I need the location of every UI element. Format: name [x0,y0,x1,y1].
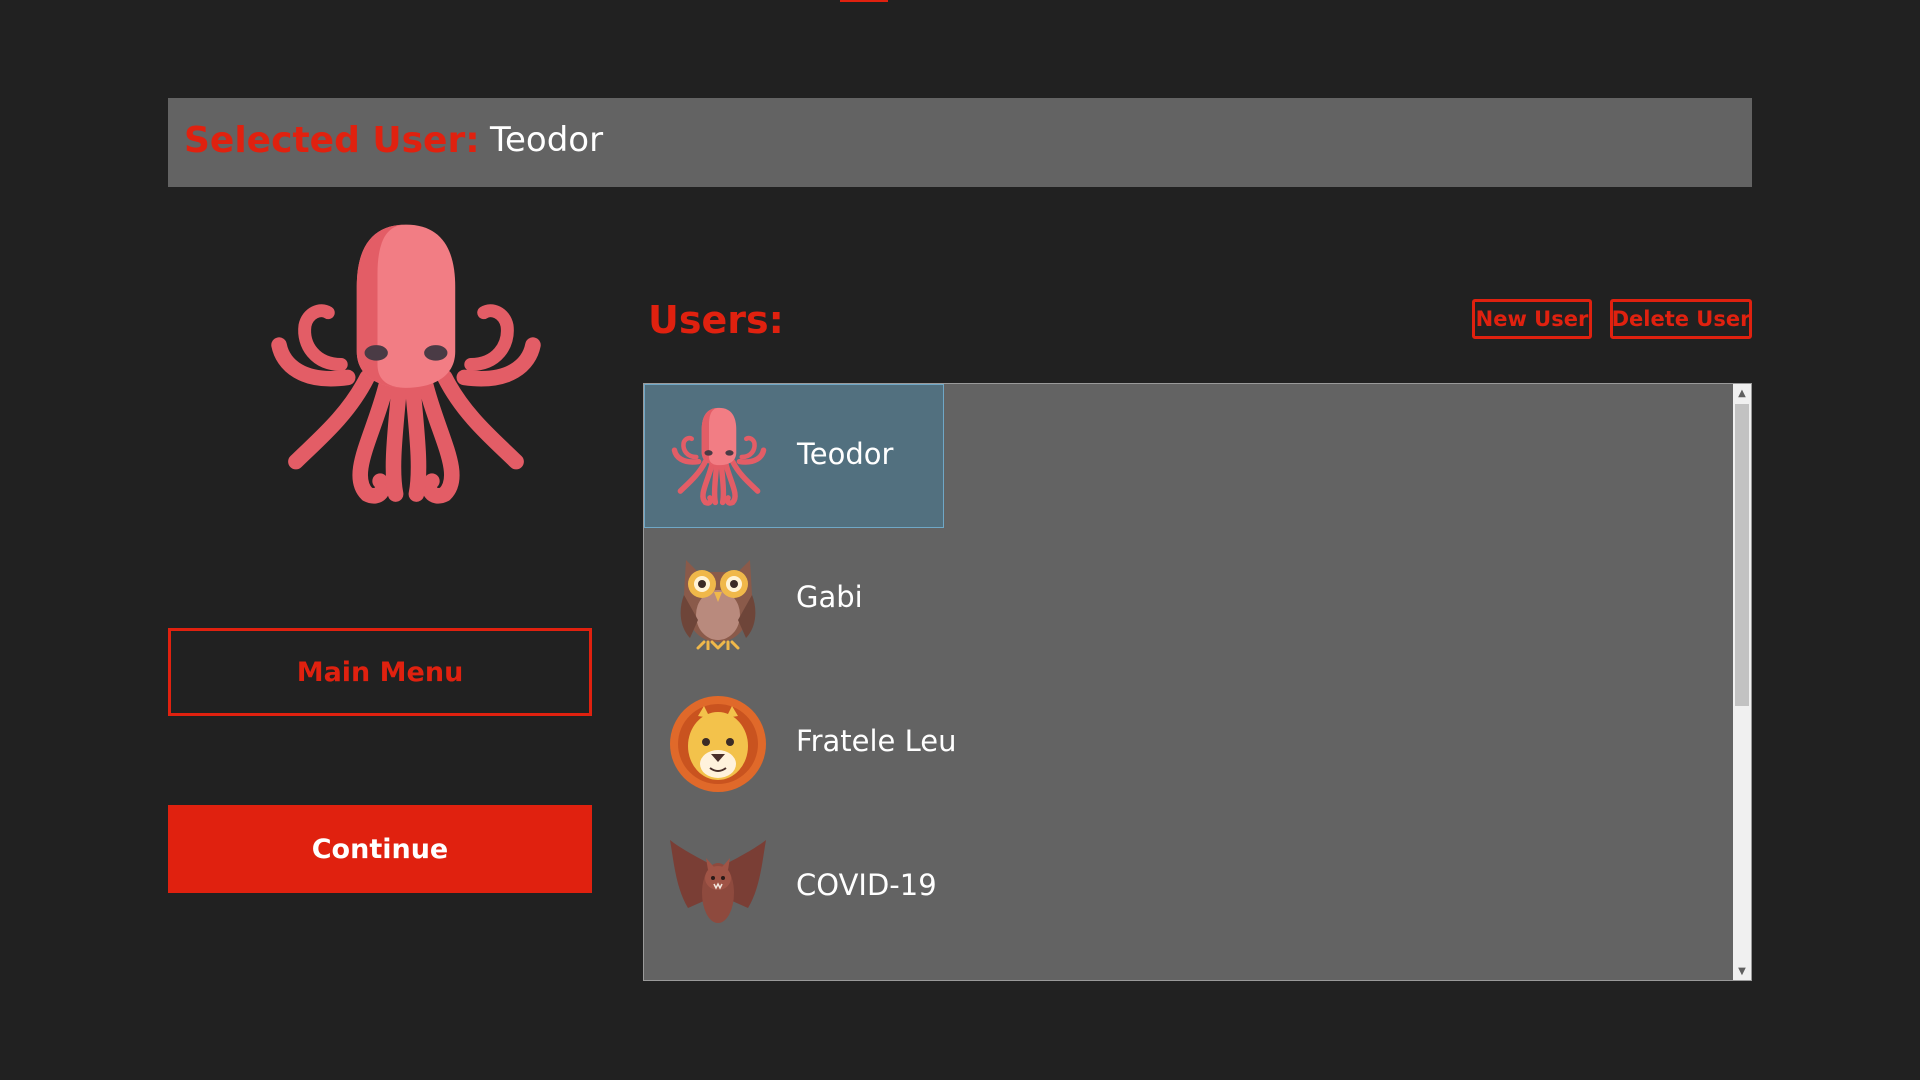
user-name: Fratele Leu [796,724,957,758]
scroll-thumb[interactable] [1735,404,1749,706]
chevron-up-icon[interactable]: ▲ [1733,384,1751,402]
delete-user-button[interactable]: Delete User [1610,299,1752,339]
user-list-item-fratele-leu[interactable]: Fratele Leu [644,672,956,816]
user-list-item-gabi[interactable]: Gabi [644,528,944,672]
bat-icon [668,838,768,938]
selected-user-name: Teodor [490,120,604,160]
chevron-down-icon[interactable]: ▼ [1733,962,1751,980]
vertical-scrollbar[interactable]: ▲ ▼ [1733,384,1751,980]
top-accent-bar [840,0,888,2]
octopus-icon [669,407,769,507]
selected-user-header: Selected User: Teodor [168,98,1752,187]
lion-icon [668,694,768,794]
new-user-button[interactable]: New User [1472,299,1592,339]
main-menu-button[interactable]: Main Menu [168,628,592,716]
octopus-icon [270,222,542,507]
user-list[interactable]: Teodor Gabi Fratele Leu COVID-19 ▲ ▼ [643,383,1752,981]
continue-button[interactable]: Continue [168,805,592,893]
owl-icon [668,550,768,650]
user-name: Gabi [796,580,863,614]
users-heading: Users: [648,298,784,342]
user-name: Teodor [797,437,894,471]
selected-user-label: Selected User: [184,120,480,161]
user-list-item-covid-19[interactable]: COVID-19 [644,816,944,960]
user-list-item-teodor[interactable]: Teodor [644,384,944,528]
user-name: COVID-19 [796,868,937,902]
